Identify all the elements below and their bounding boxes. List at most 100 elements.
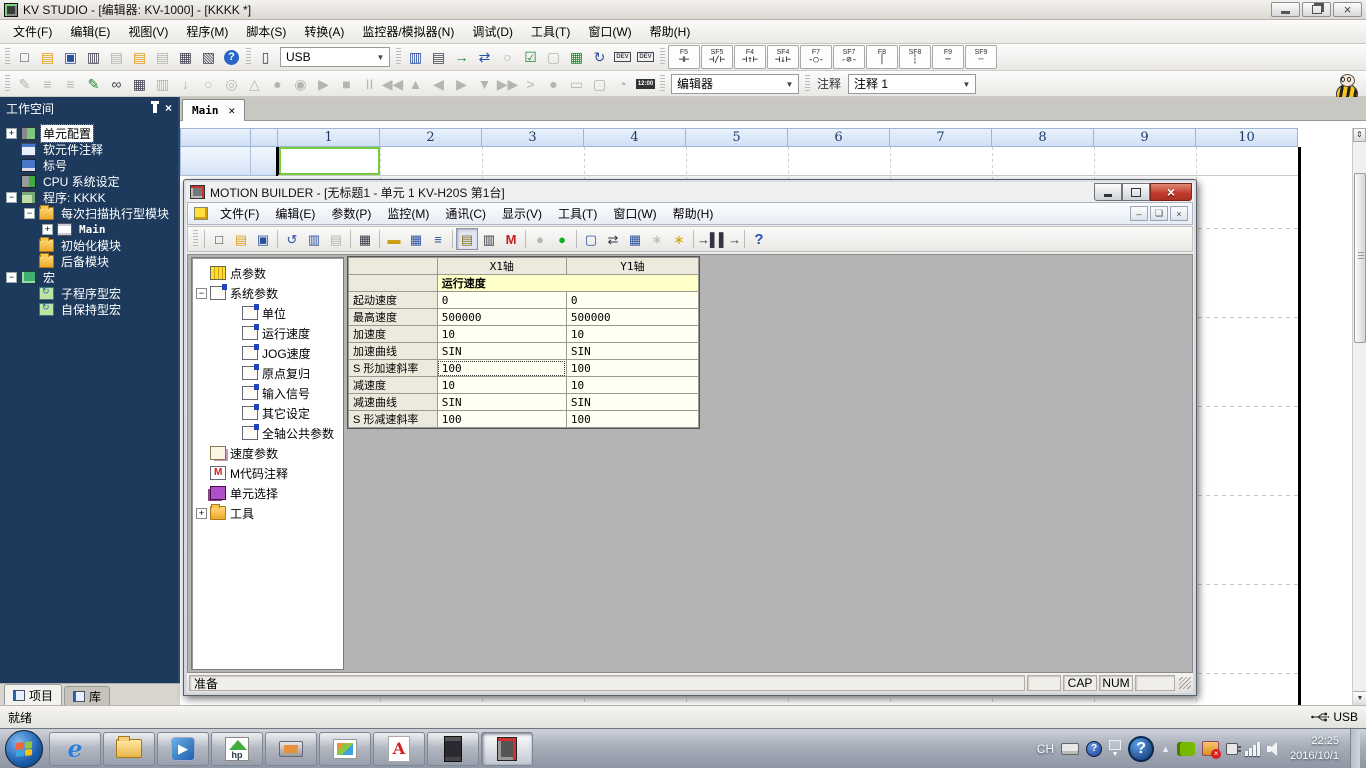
workspace-tab[interactable]: 库: [64, 686, 110, 705]
param-cell-y1[interactable]: SIN: [566, 394, 698, 411]
param-cell-y1[interactable]: 100: [566, 360, 698, 377]
device-window-2-icon[interactable]: DEV: [634, 46, 657, 68]
help-circle-icon[interactable]: ?: [1128, 736, 1154, 762]
paste-icon[interactable]: ▤: [325, 228, 347, 250]
workspace-close-icon[interactable]: ×: [165, 101, 172, 115]
nvidia-icon[interactable]: [1177, 742, 1195, 756]
toolbar-grip[interactable]: [5, 48, 10, 66]
record-icon[interactable]: ●: [266, 73, 289, 95]
monitor-comment-icon[interactable]: ▤: [427, 46, 450, 68]
menu-item[interactable]: 文件(F): [212, 202, 267, 225]
tree-item[interactable]: JOG速度: [192, 343, 343, 363]
dock-out-icon[interactable]: ▌→: [719, 228, 741, 250]
new-file-icon[interactable]: □: [13, 46, 36, 68]
stopwatch-icon[interactable]: ◔: [611, 73, 634, 95]
mdi-minimize-button[interactable]: –: [1130, 206, 1148, 221]
tree-item[interactable]: + 工具: [192, 503, 343, 523]
pc-transfer-icon[interactable]: ⇄: [602, 228, 624, 250]
timer-1-icon[interactable]: ○: [197, 73, 220, 95]
menu-item[interactable]: 编辑(E): [61, 20, 119, 43]
tree-item[interactable]: + Main: [0, 221, 178, 237]
tree-expander[interactable]: −: [6, 272, 17, 283]
keyboard-icon[interactable]: [1061, 743, 1079, 755]
glasses-view-icon[interactable]: ∞: [105, 73, 128, 95]
tab-close-icon[interactable]: ✕: [229, 104, 236, 117]
column-header[interactable]: 3: [482, 128, 584, 147]
menu-item[interactable]: 帮助(H): [665, 202, 722, 225]
script-edit-icon[interactable]: ✎: [82, 73, 105, 95]
tree-expander[interactable]: +: [6, 128, 17, 139]
param-cell-x1[interactable]: 500000: [437, 309, 566, 326]
taskbar-clock[interactable]: 22:25 2016/10/1: [1290, 734, 1339, 763]
splitter-button[interactable]: ⇕: [1353, 128, 1366, 142]
system-param-icon[interactable]: ▤: [456, 228, 478, 250]
fast-forward-icon[interactable]: ▶▶: [496, 73, 519, 95]
tree-item[interactable]: 子程序型宏: [0, 285, 178, 301]
tree-expander[interactable]: −: [196, 288, 207, 299]
scroll-down-arrow[interactable]: ▼: [1353, 691, 1366, 705]
open-file-icon[interactable]: ▤: [230, 228, 252, 250]
print-icon[interactable]: ▦: [354, 228, 376, 250]
toolbar-grip[interactable]: [246, 48, 251, 66]
point-param-icon[interactable]: ▬: [383, 228, 405, 250]
param-cell-y1[interactable]: 500000: [566, 309, 698, 326]
taskbar-adobe-reader[interactable]: A: [373, 732, 425, 766]
ladder-instruction-button[interactable]: SF5⊣/⊢: [701, 45, 733, 69]
tree-item[interactable]: 运行速度: [192, 323, 343, 343]
table-view-icon[interactable]: ▦: [405, 228, 427, 250]
column-header[interactable]: 6: [788, 128, 890, 147]
registration-monitor-icon[interactable]: ▦: [565, 46, 588, 68]
param-cell-x1[interactable]: 100: [437, 360, 566, 377]
mdi-restore-button[interactable]: ❏: [1150, 206, 1168, 221]
tree-item[interactable]: 其它设定: [192, 403, 343, 423]
restore-button[interactable]: [1302, 2, 1331, 17]
print-preview-icon[interactable]: ▧: [197, 46, 220, 68]
speed-param-icon[interactable]: ▥: [478, 228, 500, 250]
tree-item[interactable]: 速度参数: [192, 443, 343, 463]
toolbar-grip[interactable]: [193, 230, 198, 248]
ladder-instruction-button[interactable]: SF7-⊘-: [833, 45, 865, 69]
start-button[interactable]: [5, 730, 43, 768]
toolbar-grip[interactable]: [660, 48, 665, 66]
column-header[interactable]: 9: [1094, 128, 1196, 147]
tree-item[interactable]: 软元件注释: [0, 141, 178, 157]
param-cell-x1[interactable]: 0: [437, 292, 566, 309]
unit-transfer-icon[interactable]: ▦: [624, 228, 646, 250]
taskbar-hp[interactable]: hp: [211, 732, 263, 766]
param-cell-x1[interactable]: 100: [437, 411, 566, 428]
param-cell-x1[interactable]: SIN: [437, 343, 566, 360]
device-window-icon[interactable]: DEV: [611, 46, 634, 68]
mb-close-button[interactable]: [1150, 183, 1192, 201]
open-project-icon[interactable]: ▤: [36, 46, 59, 68]
network-disconnected-icon[interactable]: [1202, 741, 1219, 756]
menu-item[interactable]: 通讯(C): [437, 202, 494, 225]
gear-yellow-icon[interactable]: ∗: [668, 228, 690, 250]
menu-item[interactable]: 窗口(W): [605, 202, 664, 225]
scrollbar-thumb[interactable]: [1354, 173, 1366, 343]
workspace-tab[interactable]: 项目: [4, 684, 62, 705]
tree-expander[interactable]: +: [196, 508, 207, 519]
clock-1200-icon[interactable]: 12:00: [634, 73, 657, 95]
pause-icon[interactable]: II: [358, 73, 381, 95]
param-cell-y1[interactable]: 0: [566, 292, 698, 309]
menu-item[interactable]: 脚本(S): [237, 20, 295, 43]
stop-icon[interactable]: ■: [335, 73, 358, 95]
simulator-icon[interactable]: ☑: [519, 46, 542, 68]
tree-item[interactable]: 单元选择: [192, 483, 343, 503]
tree-expander[interactable]: +: [42, 224, 53, 235]
clear-disabled-icon[interactable]: ▤: [151, 46, 174, 68]
mcode-comment-icon[interactable]: M: [500, 228, 522, 250]
axis-column-header[interactable]: X1轴: [437, 258, 566, 275]
menu-item[interactable]: 转换(A): [295, 20, 353, 43]
column-header[interactable]: 4: [584, 128, 686, 147]
taskbar-kv-studio[interactable]: [427, 732, 479, 766]
pc-transfer-icon[interactable]: ▥: [404, 46, 427, 68]
new-file-icon[interactable]: □: [208, 228, 230, 250]
param-cell-x1[interactable]: 10: [437, 377, 566, 394]
menu-item[interactable]: 调试(D): [463, 20, 522, 43]
play-icon[interactable]: ▶: [312, 73, 335, 95]
signal-strength-icon[interactable]: [1245, 742, 1260, 756]
tree-item[interactable]: 自保持型宏: [0, 301, 178, 317]
save-project-icon[interactable]: ▣: [59, 46, 82, 68]
close-button[interactable]: [1333, 2, 1362, 17]
